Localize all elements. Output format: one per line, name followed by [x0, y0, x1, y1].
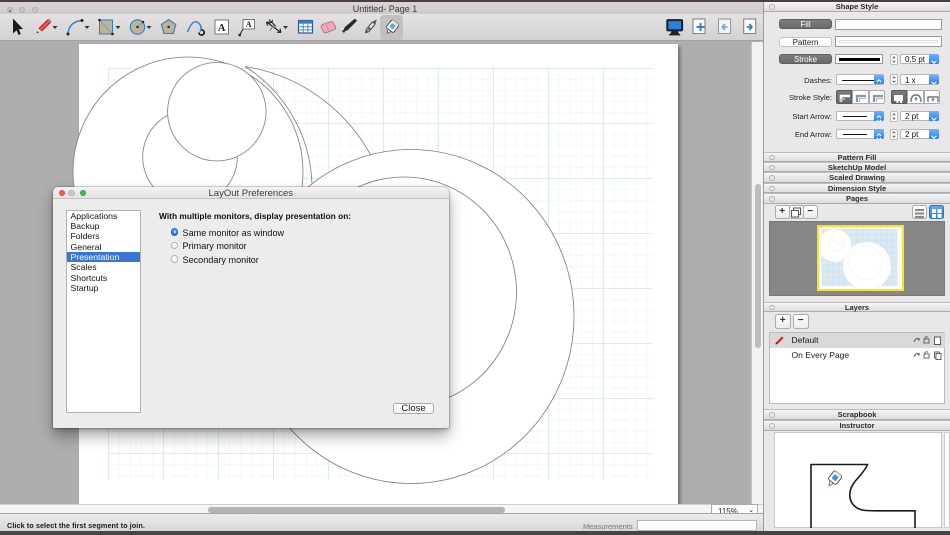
svg-text:A: A [246, 20, 252, 29]
svg-text:A: A [218, 23, 226, 34]
